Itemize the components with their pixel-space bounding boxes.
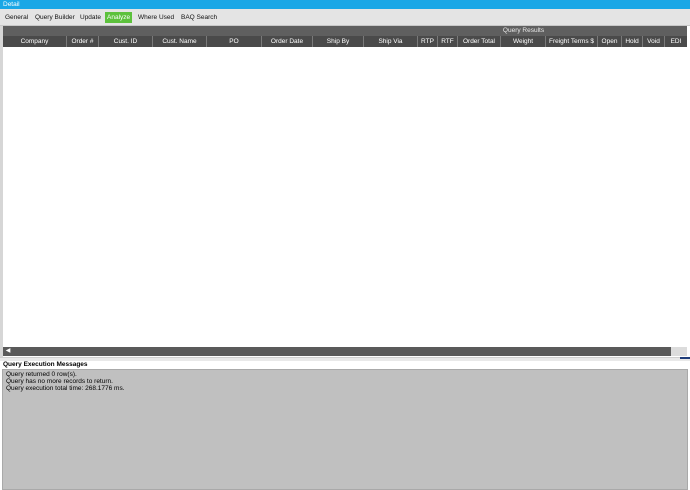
query-results-title: Query Results xyxy=(502,27,545,34)
splitter-accent xyxy=(680,357,690,359)
col-ship-via[interactable]: Ship Via xyxy=(364,36,418,47)
col-ship-by[interactable]: Ship By xyxy=(313,36,364,47)
tab-analyze[interactable]: Analyze xyxy=(105,12,133,23)
horizontal-scrollbar[interactable]: ◀ xyxy=(3,347,687,356)
col-freight-terms[interactable]: Freight Terms $ xyxy=(546,36,598,47)
col-weight[interactable]: Weight xyxy=(501,36,546,47)
messages-title: Query Execution Messages xyxy=(0,361,690,369)
query-results-header: Query Results xyxy=(3,26,687,36)
col-order-total[interactable]: Order Total xyxy=(458,36,501,47)
tab-baq-search[interactable]: BAQ Search xyxy=(179,12,219,23)
message-line: Query execution total time: 268.1776 ms. xyxy=(6,385,125,392)
messages-panel: Query returned 0 row(s). Query has no mo… xyxy=(2,369,688,490)
col-order-number[interactable]: Order # xyxy=(67,36,99,47)
tab-where-used[interactable]: Where Used xyxy=(136,12,176,23)
col-hold[interactable]: Hold xyxy=(622,36,643,47)
col-order-date[interactable]: Order Date xyxy=(262,36,313,47)
col-company[interactable]: Company xyxy=(3,36,67,47)
tab-update[interactable]: Update xyxy=(78,12,103,23)
scroll-left-icon[interactable]: ◀ xyxy=(4,347,12,356)
window-title: Detail xyxy=(0,0,690,9)
col-po[interactable]: PO xyxy=(207,36,262,47)
grid-column-header: Company Order # Cust. ID Cust. Name PO O… xyxy=(3,36,687,47)
message-line: Query returned 0 row(s). xyxy=(6,371,77,378)
grid-body[interactable] xyxy=(3,47,687,347)
tab-query-builder[interactable]: Query Builder xyxy=(33,12,77,23)
col-void[interactable]: Void xyxy=(643,36,665,47)
tab-general[interactable]: General xyxy=(3,12,30,23)
col-cust-name[interactable]: Cust. Name xyxy=(153,36,207,47)
tab-bar: General Query Builder Update Analyze Whe… xyxy=(0,9,690,26)
col-open[interactable]: Open xyxy=(598,36,622,47)
scrollbar-corner xyxy=(671,347,687,356)
message-line: Query has no more records to return. xyxy=(6,378,113,385)
col-cust-id[interactable]: Cust. ID xyxy=(99,36,153,47)
col-edi[interactable]: EDI xyxy=(665,36,687,47)
col-rtf[interactable]: RTF xyxy=(438,36,458,47)
col-rtp[interactable]: RTP xyxy=(418,36,438,47)
